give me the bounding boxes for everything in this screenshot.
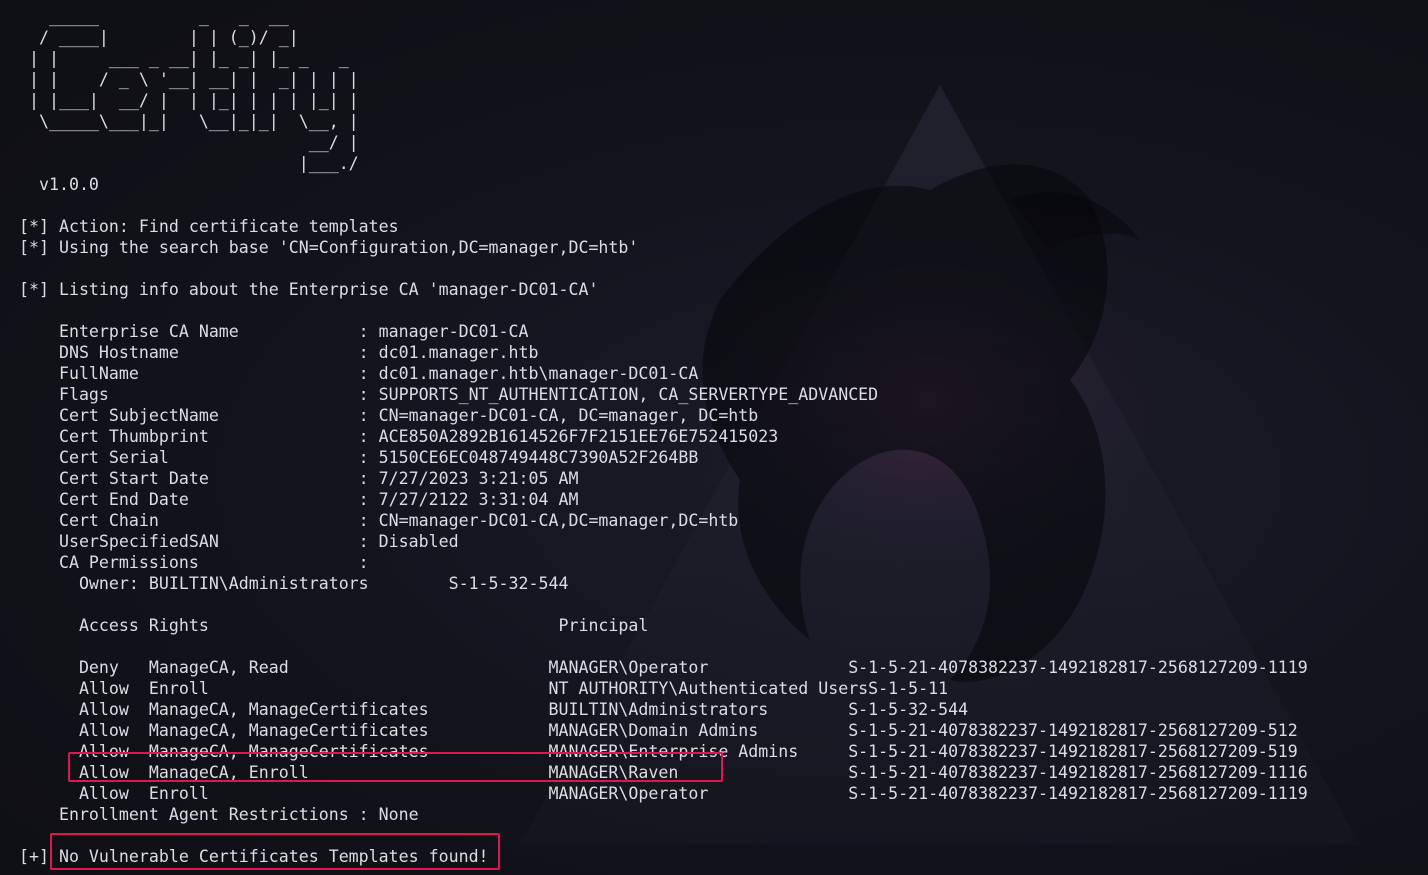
banner-line: | | / _ \ '__| __| | _| | | | [19,70,359,89]
ca-info-line: Cert Thumbprint : ACE850A2892B1614526F7F… [19,427,779,446]
enrollment-restrictions-line: Enrollment Agent Restrictions : None [19,805,419,824]
ca-info-line: DNS Hostname : dc01.manager.htb [19,343,539,362]
ca-info-line: Cert Serial : 5150CE6EC048749448C7390A52… [19,448,699,467]
banner-line: | | ___ _ __| |_ _| |_ _ _ [19,49,349,68]
terminal-window[interactable]: _____ _ _ __ / ____| | | (_)/ _| | | ___… [0,0,1428,875]
banner-line: / ____| | | (_)/ _| [19,28,299,47]
ca-info-line: Flags : SUPPORTS_NT_AUTHENTICATION, CA_S… [19,385,879,404]
permission-row: Allow Enroll MANAGER\Operator S-1-5-21-4… [19,784,1308,803]
listing-line: [*] Listing info about the Enterprise CA… [19,280,599,299]
banner-line: \_____\___|_| \__|_|_| \__, | [19,112,359,131]
owner-line: Owner: BUILTIN\Administrators S-1-5-32-5… [19,574,569,593]
permission-row: Allow Enroll NT AUTHORITY\Authenticated … [19,679,949,698]
banner-line: _____ _ _ __ [19,7,289,26]
ca-info-line: Cert SubjectName : CN=manager-DC01-CA, D… [19,406,759,425]
ca-info-line: Cert Chain : CN=manager-DC01-CA,DC=manag… [19,511,739,530]
banner-line: | |___| __/ | | |_| | | | |_| | [19,91,359,110]
action-line: [*] Action: Find certificate templates [19,217,399,236]
raven-highlight-box [68,752,723,782]
ca-info-line: Cert Start Date : 7/27/2023 3:21:05 AM [19,469,579,488]
permission-row: Allow ManageCA, ManageCertificates BUILT… [19,700,969,719]
ca-info-line: Cert End Date : 7/27/2122 3:31:04 AM [19,490,579,509]
permission-row: Deny ManageCA, Read MANAGER\Operator S-1… [19,658,1308,677]
version-text: v1.0.0 [19,175,99,194]
ca-info-line: Enterprise CA Name : manager-DC01-CA [19,322,529,341]
ca-info-line: CA Permissions : [19,553,369,572]
permissions-header: Access Rights Principal [19,616,649,635]
banner-line: __/ | [19,133,359,152]
result-highlight-box [50,833,500,870]
search-base-line: [*] Using the search base 'CN=Configurat… [19,238,639,257]
permission-row: Allow ManageCA, ManageCertificates MANAG… [19,721,1298,740]
banner-line: |___./ [19,154,359,173]
ca-info-line: UserSpecifiedSAN : Disabled [19,532,459,551]
ca-info-line: FullName : dc01.manager.htb\manager-DC01… [19,364,699,383]
